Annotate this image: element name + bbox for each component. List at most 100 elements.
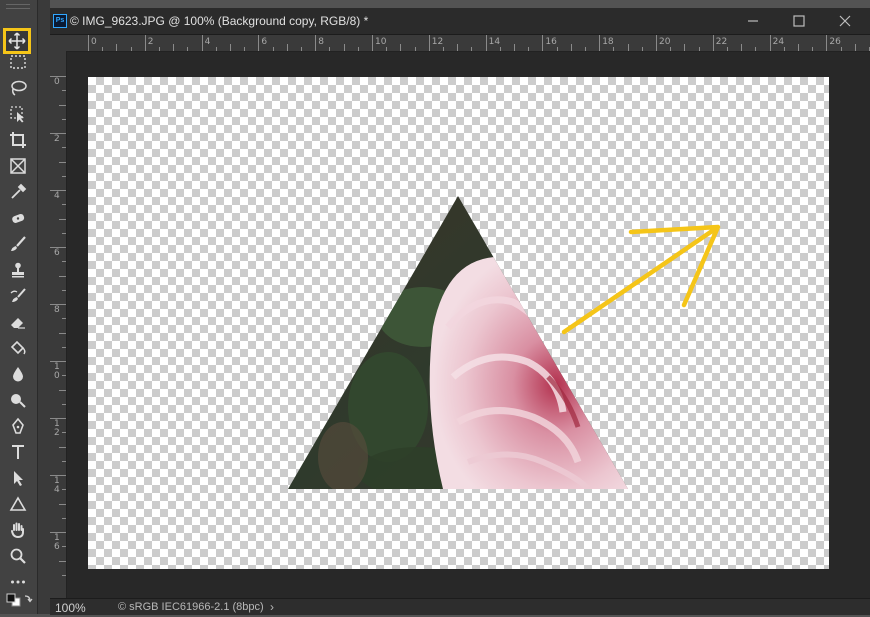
default-colors-icon <box>6 593 33 607</box>
ruler-minor-tick <box>130 47 132 51</box>
move-icon <box>8 32 26 50</box>
arrow-pointer-icon <box>14 471 23 486</box>
clone-stamp-tool[interactable] <box>5 258 31 282</box>
ruler-minor-tick <box>457 44 459 51</box>
lasso-tool[interactable] <box>5 76 31 100</box>
ruler-label: 24 <box>772 37 785 47</box>
canvas-area[interactable] <box>67 52 870 600</box>
ruler-minor-tick <box>514 44 515 51</box>
object-selection-icon <box>10 106 24 123</box>
blur-tool[interactable] <box>5 362 31 386</box>
minimize-icon <box>748 20 758 22</box>
artwork <box>288 196 721 489</box>
ruler-minor-tick <box>62 175 66 177</box>
type-tool[interactable] <box>5 440 31 464</box>
frame-icon <box>10 158 26 174</box>
object-selection-tool[interactable] <box>5 102 31 126</box>
eyedropper-icon <box>11 183 27 199</box>
ruler-label: 0 <box>91 37 97 47</box>
minimize-button[interactable] <box>744 12 762 30</box>
ruler-label: 12 <box>431 37 444 47</box>
ruler-minor-tick <box>357 47 359 51</box>
type-icon <box>12 445 24 459</box>
document-tab[interactable]: Ps © IMG_9623.JPG @ 100% (Background cop… <box>50 8 870 35</box>
ruler-label: 8 <box>54 305 60 315</box>
ruler-minor-tick <box>62 346 66 348</box>
zoom-tool[interactable] <box>5 544 31 568</box>
ruler-label: 10 <box>375 37 387 47</box>
ruler-major-tick <box>485 35 487 51</box>
ruler-minor-tick <box>62 204 66 206</box>
eraser-icon <box>11 318 25 329</box>
hand-tool[interactable] <box>5 518 31 542</box>
ruler-minor-tick <box>59 560 66 562</box>
marquee-icon <box>10 55 26 69</box>
ruler-major-tick <box>656 35 657 51</box>
ruler-minor-tick <box>798 44 799 51</box>
ruler-minor-tick <box>698 47 700 51</box>
vertical-ruler[interactable]: 0 2 4 6 8 10 12 14 16 <box>50 51 67 600</box>
ruler-label: 16 <box>545 37 557 47</box>
ruler-minor-tick <box>62 147 66 149</box>
history-brush-icon <box>10 288 26 302</box>
status-bar: 100% © sRGB IEC61966-2.1 (8bpc) › <box>50 598 870 615</box>
panel-grip[interactable] <box>6 4 30 9</box>
dodge-tool[interactable] <box>5 388 31 412</box>
ruler-minor-tick <box>62 375 66 377</box>
eraser-tool[interactable] <box>5 310 31 334</box>
ruler-minor-tick <box>443 47 444 51</box>
ruler-minor-tick <box>570 44 572 51</box>
ruler-minor-tick <box>499 47 501 51</box>
status-info-menu[interactable]: › <box>270 600 274 614</box>
bandage-icon <box>12 213 25 223</box>
ruler-minor-tick <box>62 460 66 462</box>
path-selection-tool[interactable] <box>5 466 31 490</box>
ruler-label: 6 <box>261 37 268 47</box>
ruler-minor-tick <box>62 261 66 263</box>
shape-tool[interactable] <box>5 492 31 516</box>
brush-tool[interactable] <box>5 232 31 256</box>
ruler-minor-tick <box>62 90 66 92</box>
ruler-minor-tick <box>102 47 104 51</box>
crop-tool[interactable] <box>5 128 31 152</box>
ruler-minor-tick <box>59 503 66 505</box>
close-icon <box>839 15 851 27</box>
close-button[interactable] <box>836 12 854 30</box>
ruler-minor-tick <box>854 44 856 51</box>
lasso-icon <box>11 80 27 96</box>
ruler-minor-tick <box>59 161 66 163</box>
ruler-label: 18 <box>602 37 614 47</box>
ruler-minor-tick <box>62 489 66 491</box>
maximize-button[interactable] <box>790 12 808 30</box>
ruler-minor-tick <box>59 446 66 448</box>
ruler-minor-tick <box>400 44 402 51</box>
color-swatches[interactable] <box>3 592 35 612</box>
ruler-minor-tick <box>59 104 66 106</box>
ruler-major-tick <box>712 35 714 51</box>
ruler-label: 12 <box>54 419 60 438</box>
crop-icon <box>10 132 26 148</box>
ruler-corner[interactable] <box>50 35 67 52</box>
ruler-label: 2 <box>54 134 60 144</box>
rectangular-marquee-tool[interactable] <box>5 50 31 74</box>
paint-bucket-icon <box>10 340 26 355</box>
edit-toolbar[interactable] <box>5 570 31 594</box>
ruler-minor-tick <box>528 47 530 51</box>
spot-healing-brush-tool[interactable] <box>5 206 31 230</box>
ruler-minor-tick <box>244 47 246 51</box>
ruler-minor-tick <box>812 47 814 51</box>
ruler-minor-tick <box>343 44 345 51</box>
ellipsis-icon <box>11 580 25 584</box>
zoom-level[interactable]: 100% <box>55 601 86 615</box>
history-brush-tool[interactable] <box>5 284 31 308</box>
ruler-minor-tick <box>670 47 672 51</box>
paint-bucket-tool[interactable] <box>5 336 31 360</box>
ruler-label: 2 <box>147 37 154 47</box>
triangle-shape-icon <box>9 496 27 511</box>
horizontal-ruler[interactable]: 0 2 4 6 8 10 12 14 16 18 20 22 24 26 <box>66 35 870 52</box>
canvas[interactable] <box>88 77 829 569</box>
hand-icon <box>11 522 24 539</box>
pen-tool[interactable] <box>5 414 31 438</box>
frame-tool[interactable] <box>5 154 31 178</box>
eyedropper-tool[interactable] <box>5 180 31 204</box>
